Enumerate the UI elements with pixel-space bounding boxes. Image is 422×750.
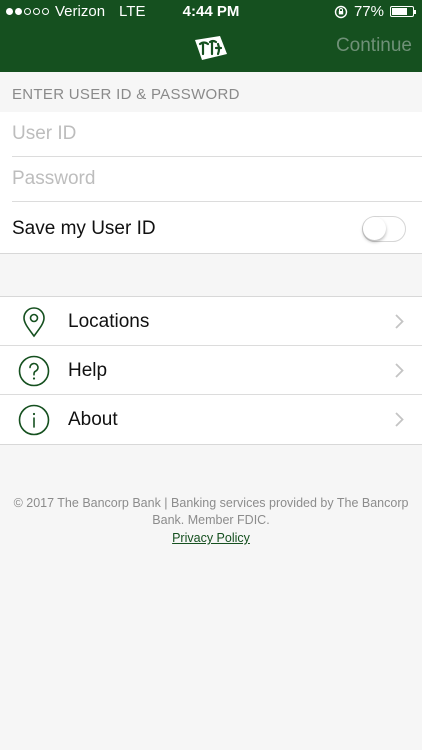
toggle-knob [363, 217, 386, 240]
login-form: Save my User ID [0, 112, 422, 254]
chevron-right-icon [395, 363, 404, 378]
battery-icon [390, 6, 416, 17]
menu-item-about[interactable]: About [0, 395, 422, 444]
password-field [0, 157, 422, 202]
cfd-logo-icon [195, 36, 227, 60]
nav-bar: Continue [0, 24, 422, 72]
login-section-title: ENTER USER ID & PASSWORD [12, 86, 240, 103]
password-input[interactable] [12, 157, 412, 201]
chevron-right-icon [395, 412, 404, 427]
question-icon [18, 355, 50, 387]
footer: © 2017 The Bancorp Bank | Banking servic… [12, 495, 410, 547]
menu-item-label: Locations [68, 311, 150, 332]
user-id-input[interactable] [12, 112, 412, 156]
field-divider [12, 201, 422, 202]
info-icon [18, 404, 50, 436]
menu-list: Locations Help About [0, 296, 422, 445]
status-right: 77% [334, 3, 416, 20]
chevron-right-icon [395, 314, 404, 329]
privacy-policy-link[interactable]: Privacy Policy [172, 530, 250, 547]
save-user-id-label: Save my User ID [12, 218, 156, 239]
menu-item-help[interactable]: Help [0, 346, 422, 395]
app-header: Verizon LTE 4:44 PM 77% Continue [0, 0, 422, 72]
save-user-id-toggle[interactable] [362, 216, 406, 242]
continue-button[interactable]: Continue [336, 35, 412, 57]
menu-item-label: About [68, 409, 118, 430]
save-user-id-row: Save my User ID [0, 203, 422, 254]
user-id-field [0, 112, 422, 157]
battery-percent: 77% [353, 3, 384, 20]
status-bar: Verizon LTE 4:44 PM 77% [0, 0, 422, 24]
menu-item-label: Help [68, 360, 108, 381]
battery-fill [392, 8, 408, 15]
copyright-text: © 2017 The Bancorp Bank | Banking servic… [13, 496, 409, 527]
menu-item-locations[interactable]: Locations [0, 297, 422, 346]
location-pin-icon [23, 307, 45, 338]
rotation-lock-icon [334, 5, 348, 18]
